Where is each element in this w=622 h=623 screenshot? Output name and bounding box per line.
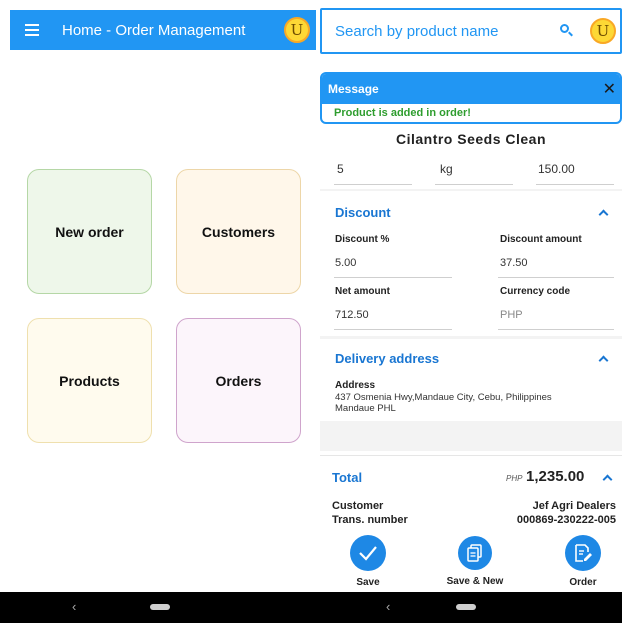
home-pill-icon[interactable] — [456, 604, 476, 610]
check-icon[interactable] — [350, 535, 386, 571]
search-bar[interactable]: Search by product name U — [320, 8, 622, 54]
order-screen: Search by product name U Message ✕ Produ… — [316, 0, 622, 592]
edit-order-icon[interactable] — [565, 535, 601, 571]
message-header: Message ✕ — [322, 74, 620, 104]
orders-tile[interactable]: Orders — [176, 318, 301, 443]
discount-percent-field[interactable]: 5.00 — [335, 257, 356, 269]
total-amount: 1,235.00 — [526, 468, 585, 485]
action-bar: Save Save & New Order — [320, 532, 622, 592]
user-avatar[interactable]: U — [590, 18, 616, 44]
user-avatar[interactable]: U — [284, 17, 310, 43]
android-nav-bar: ‹ — [0, 592, 316, 623]
address-label: Address — [335, 380, 376, 391]
net-amount-label: Net amount — [335, 286, 390, 297]
back-icon[interactable]: ‹ — [386, 599, 390, 614]
address-line-2: Mandaue PHL — [335, 403, 396, 414]
save-and-new-button[interactable]: Save & New — [445, 535, 505, 587]
total-currency: PHP — [506, 474, 523, 483]
home-app-bar: Home - Order Management U — [10, 10, 316, 50]
net-amount-field[interactable]: 712.50 — [335, 309, 369, 321]
message-text: Product is added in order! — [334, 107, 471, 119]
product-name: Cilantro Seeds Clean — [395, 131, 547, 147]
total-title[interactable]: Total — [332, 470, 362, 485]
order-detail: 5 kg 150.00 Discount Discount % 5.00 Dis… — [320, 151, 622, 451]
products-tile[interactable]: Products — [27, 318, 152, 443]
customers-tile[interactable]: Customers — [176, 169, 301, 294]
android-nav-bar: ‹ — [316, 592, 622, 623]
chevron-up-icon[interactable] — [598, 355, 609, 366]
discount-amount-label: Discount amount — [500, 234, 582, 245]
chevron-up-icon[interactable] — [598, 209, 609, 220]
discount-amount-field[interactable]: 37.50 — [500, 257, 528, 269]
discount-section: Discount Discount % 5.00 Discount amount… — [320, 191, 622, 336]
back-icon[interactable]: ‹ — [72, 599, 76, 614]
currency-code-label: Currency code — [500, 286, 571, 297]
search-input[interactable]: Search by product name — [335, 23, 560, 40]
price-field[interactable]: 150.00 — [538, 162, 575, 176]
order-button[interactable]: Order — [553, 535, 613, 588]
save-button[interactable]: Save — [338, 535, 398, 588]
chevron-up-icon[interactable] — [602, 474, 613, 485]
close-icon[interactable]: ✕ — [603, 79, 616, 99]
currency-code-field: PHP — [500, 309, 523, 321]
trans-number-label: Trans. number — [332, 514, 408, 526]
customer-label: Customer — [332, 500, 384, 512]
address-line-1: 437 Osmenia Hwy,Mandaue City, Cebu, Phil… — [335, 392, 552, 403]
order-label: Order — [569, 577, 597, 588]
quantity-field[interactable]: 5 — [337, 162, 344, 176]
customer-value: Jef Agri Dealers — [532, 500, 616, 512]
save-and-new-label: Save & New — [446, 576, 504, 587]
home-pill-icon[interactable] — [150, 604, 170, 610]
quantity-row: 5 kg 150.00 — [320, 151, 622, 189]
message-banner: Message ✕ Product is added in order! — [320, 72, 622, 124]
trans-number-value: 000869-230222-005 — [516, 514, 616, 526]
delivery-address-title[interactable]: Delivery address — [335, 351, 439, 366]
total-section: Total PHP 1,235.00 Customer Jef Agri Dea… — [320, 455, 622, 535]
new-order-tile[interactable]: New order — [27, 169, 152, 294]
copy-document-icon[interactable] — [458, 536, 492, 570]
search-icon[interactable] — [560, 24, 574, 38]
message-title: Message — [328, 82, 379, 96]
discount-percent-label: Discount % — [335, 234, 390, 245]
page-title: Home - Order Management — [62, 21, 246, 39]
save-label: Save — [356, 577, 380, 588]
unit-field[interactable]: kg — [440, 162, 453, 176]
home-screen: Home - Order Management U New order Cust… — [0, 0, 316, 592]
menu-icon[interactable] — [25, 21, 39, 39]
delivery-address-section: Delivery address Address 437 Osmenia Hwy… — [320, 339, 622, 421]
discount-title[interactable]: Discount — [335, 205, 391, 220]
